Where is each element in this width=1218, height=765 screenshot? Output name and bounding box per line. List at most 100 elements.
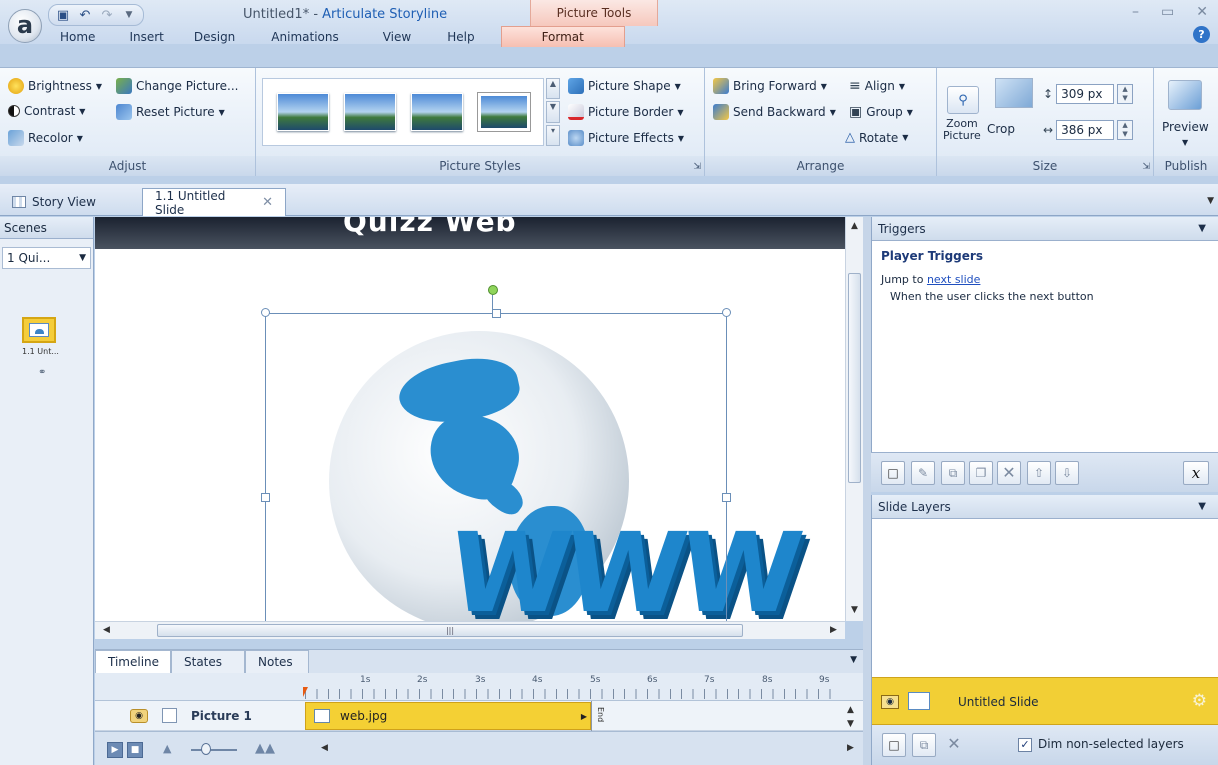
tab-view[interactable]: View <box>369 27 433 47</box>
align-button[interactable]: ≡ Align ▼ <box>849 78 905 94</box>
duplicate-layer-icon[interactable]: ⧉ <box>912 733 936 757</box>
picture-styles-launcher-icon[interactable]: ⇲ <box>693 162 701 172</box>
change-picture-button[interactable]: Change Picture... <box>116 78 238 94</box>
gear-icon[interactable]: ⚙ <box>1192 691 1207 711</box>
gallery-down-button[interactable]: ▼ <box>546 101 560 123</box>
timeline-ruler[interactable]: 1s 2s 3s 4s 5s 6s 7s 8s 9s <box>95 673 863 701</box>
rotation-handle[interactable] <box>488 285 498 295</box>
tab-design[interactable]: Design <box>184 27 245 47</box>
resize-handle-top[interactable] <box>492 309 501 318</box>
width-stepper[interactable]: ▲ ▼ <box>1117 120 1134 140</box>
crop-button[interactable]: Crop <box>987 122 1015 136</box>
tab-untitled-slide[interactable]: 1.1 Untitled Slide ✕ <box>142 188 286 217</box>
application-button[interactable]: a <box>8 9 42 43</box>
customize-toolbar-icon[interactable]: ▼ <box>121 7 137 23</box>
timeline-scroll-left-icon[interactable]: ◀ <box>321 743 328 753</box>
collapse-timeline-icon[interactable]: ▼ <box>850 655 857 665</box>
timeline-scroll-down-icon[interactable]: ▼ <box>847 719 854 729</box>
tab-list-dropdown-icon[interactable]: ▼ <box>1207 196 1214 206</box>
next-slide-link[interactable]: next slide <box>927 273 980 286</box>
slide-thumbnail[interactable] <box>22 317 56 343</box>
new-trigger-icon[interactable]: □ <box>881 461 905 485</box>
style-thumbnail-2[interactable] <box>343 93 396 131</box>
close-icon[interactable]: ✕ <box>1196 4 1208 20</box>
eye-icon[interactable]: ◉ <box>130 709 148 723</box>
tab-notes[interactable]: Notes <box>245 650 309 674</box>
slide-canvas[interactable]: Quizz Web WWW <box>95 217 845 621</box>
timeline-scroll-up-icon[interactable]: ▲ <box>847 705 854 715</box>
undo-icon[interactable]: ↶ <box>77 7 93 23</box>
end-marker[interactable]: End <box>591 701 605 731</box>
resize-handle-top-left[interactable] <box>261 308 270 317</box>
brightness-button[interactable]: Brightness ▼ <box>8 78 102 94</box>
zoom-picture-button[interactable]: ⚲ <box>947 86 979 114</box>
width-input[interactable]: 386 px <box>1056 120 1115 140</box>
picture-shape-button[interactable]: Picture Shape ▼ <box>568 78 681 94</box>
width-spinner[interactable]: ↔ 386 px ▲ ▼ <box>1043 120 1134 140</box>
scroll-up-icon[interactable]: ▲ <box>851 221 858 231</box>
scene-dropdown[interactable]: 1 Qui... ▼ <box>2 247 91 269</box>
preview-icon[interactable] <box>1168 80 1202 110</box>
canvas-vertical-scrollbar[interactable]: ▲ ▼ <box>845 217 863 621</box>
tab-animations[interactable]: Animations <box>245 27 368 47</box>
height-stepper[interactable]: ▲ ▼ <box>1117 84 1134 104</box>
zoom-out-icon[interactable]: ▲ <box>163 742 171 755</box>
tab-insert[interactable]: Insert <box>109 27 183 47</box>
move-up-icon[interactable]: ⇧ <box>1027 461 1051 485</box>
vertical-scroll-thumb[interactable] <box>848 273 861 483</box>
horizontal-scroll-thumb[interactable]: ||| <box>157 624 743 637</box>
bring-forward-button[interactable]: Bring Forward ▼ <box>713 78 827 94</box>
tab-help[interactable]: Help <box>433 27 500 47</box>
picture-effects-button[interactable]: Picture Effects ▼ <box>568 130 684 146</box>
selection-box[interactable] <box>265 313 727 621</box>
tab-timeline[interactable]: Timeline <box>95 650 171 674</box>
tab-format[interactable]: Format <box>500 26 625 47</box>
bar-expand-icon[interactable]: ▶ <box>581 712 587 721</box>
maximize-icon[interactable]: ▭ <box>1161 4 1174 20</box>
playhead-marker[interactable] <box>303 687 308 697</box>
triggers-menu-icon[interactable]: ▼ <box>1198 217 1206 241</box>
timeline-zoom-slider[interactable] <box>191 749 237 751</box>
timeline-scroll-right-icon[interactable]: ▶ <box>847 743 854 753</box>
slide-title[interactable]: Quizz Web <box>343 217 517 238</box>
size-launcher-icon[interactable]: ⇲ <box>1142 162 1150 172</box>
resize-handle-right[interactable] <box>722 493 731 502</box>
resize-handle-top-right[interactable] <box>722 308 731 317</box>
picture-border-button[interactable]: Picture Border ▼ <box>568 104 683 120</box>
resize-handle-left[interactable] <box>261 493 270 502</box>
new-layer-icon[interactable]: □ <box>882 733 906 757</box>
group-button[interactable]: ▣ Group ▼ <box>849 104 913 120</box>
delete-layer-icon[interactable]: ✕ <box>942 733 966 757</box>
save-icon[interactable]: ▣ <box>55 7 71 23</box>
style-thumbnail-3[interactable] <box>410 93 463 131</box>
zoom-in-icon[interactable]: ▲▲ <box>255 741 275 756</box>
crop-image-icon[interactable] <box>995 78 1033 108</box>
dim-layers-checkbox[interactable]: ✓ <box>1018 738 1032 752</box>
delete-trigger-icon[interactable]: ✕ <box>997 461 1021 485</box>
tab-home[interactable]: Home <box>48 27 109 47</box>
variables-button[interactable]: x <box>1183 461 1209 485</box>
height-spinner[interactable]: ↕ 309 px ▲ ▼ <box>1043 84 1134 104</box>
trigger-action[interactable]: Jump to next slide <box>881 273 980 286</box>
minimize-icon[interactable]: – <box>1132 4 1139 20</box>
redo-icon[interactable]: ↷ <box>99 7 115 23</box>
panel-splitter[interactable] <box>863 217 871 765</box>
canvas-horizontal-scrollbar[interactable]: ◀ ||| ▶ <box>95 621 845 639</box>
tab-states[interactable]: States <box>171 650 245 674</box>
copy-trigger-icon[interactable]: ⧉ <box>941 461 965 485</box>
gallery-up-button[interactable]: ▲ <box>546 78 560 100</box>
style-thumbnail-4[interactable] <box>477 93 530 131</box>
scroll-right-icon[interactable]: ▶ <box>830 625 837 635</box>
timeline-object-bar[interactable]: web.jpg ▶ <box>305 702 591 730</box>
timeline-row[interactable]: ◉ Picture 1 web.jpg ▶ End ▲ ▼ <box>95 701 863 731</box>
move-down-icon[interactable]: ⇩ <box>1055 461 1079 485</box>
scroll-down-icon[interactable]: ▼ <box>851 605 858 615</box>
tab-story-view[interactable]: Story View <box>0 188 138 216</box>
close-tab-icon[interactable]: ✕ <box>262 195 273 210</box>
stop-icon[interactable]: ■ <box>127 742 143 758</box>
eye-icon[interactable]: ◉ <box>881 695 899 709</box>
base-layer-row[interactable]: ◉ Untitled Slide ⚙ <box>872 677 1218 725</box>
slide-layers-menu-icon[interactable]: ▼ <box>1198 495 1206 519</box>
send-backward-button[interactable]: Send Backward ▼ <box>713 104 836 120</box>
reset-picture-button[interactable]: Reset Picture ▼ <box>116 104 225 120</box>
